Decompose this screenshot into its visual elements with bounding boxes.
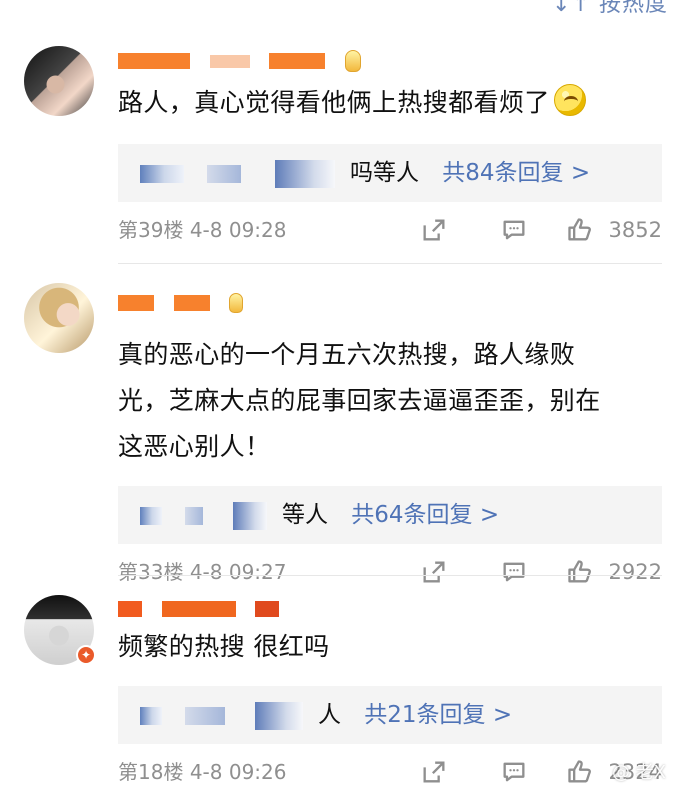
rank-badge-icon [229, 293, 244, 313]
censored-reply-user [254, 701, 303, 730]
like-count: 3852 [608, 218, 662, 242]
comment-body: 频繁的热搜 很红吗 [118, 632, 330, 661]
username-censored[interactable] [118, 596, 662, 620]
censored-reply-user [140, 506, 162, 525]
comment-floor-time: 第18楼 4-8 09:26 [118, 760, 287, 784]
sort-by-heat-button[interactable]: ↓↑ 按热度 [552, 0, 668, 18]
comment-text: 路人，真心觉得看他俩上热搜都看烦了 [118, 80, 662, 126]
comment-card: 真的恶心的一个月五六次热搜，路人缘败 光，芝麻大点的屁事回家去逼逼歪歪，别在 这… [0, 290, 690, 600]
comment-actions: 2922 [412, 544, 662, 600]
censored-reply-user [140, 706, 162, 725]
comment-icon[interactable] [500, 758, 528, 786]
comment-meta: 第39楼 4-8 09:28 3852 [118, 202, 662, 258]
reply-preview[interactable]: 等人 共64条回复 > [118, 486, 662, 544]
censored-username-block [255, 601, 280, 617]
like-count: 2922 [608, 560, 662, 584]
reply-count-link[interactable]: 共21条回复 > [364, 702, 512, 728]
like-icon[interactable] [566, 558, 594, 586]
username-censored[interactable] [118, 290, 662, 314]
censored-username-block [118, 53, 190, 69]
comment-floor-time: 第39楼 4-8 09:28 [118, 218, 287, 242]
reply-users-text: 人 [317, 702, 341, 728]
comment-icon[interactable] [500, 558, 528, 586]
rank-badge-icon [344, 50, 361, 72]
reply-preview[interactable]: 人 共21条回复 > [118, 686, 662, 744]
share-icon[interactable] [420, 758, 448, 786]
censored-reply-user [185, 506, 204, 525]
like-icon[interactable] [566, 758, 594, 786]
censored-username-block [269, 53, 326, 69]
censored-username-block [118, 601, 142, 617]
censored-username-block [173, 295, 210, 311]
comment-icon[interactable] [500, 216, 528, 244]
comment-text: 频繁的热搜 很红吗 [118, 624, 662, 670]
comment-line: 真的恶心的一个月五六次热搜，路人缘败 [118, 340, 576, 369]
reply-users-text: 等人 [281, 502, 328, 528]
comment-card: 路人，真心觉得看他俩上热搜都看烦了 吗等人 共84条回复 > 第39楼 4-8 … [0, 48, 690, 258]
reply-count-link[interactable]: 共84条回复 > [442, 160, 590, 186]
censored-reply-user [207, 164, 242, 183]
comment-actions: 3852 [412, 202, 662, 258]
reply-preview[interactable]: 吗等人 共84条回复 > [118, 144, 662, 202]
censored-reply-user [185, 706, 226, 725]
comment-line: 这恶心别人！ [118, 432, 271, 461]
comment-meta: 第33楼 4-8 09:27 2922 [118, 544, 662, 600]
censored-username-block [118, 295, 154, 311]
share-icon[interactable] [420, 216, 448, 244]
censored-username-block [161, 601, 236, 617]
comment-card: 频繁的热搜 很红吗 人 共21条回复 > 第18楼 4-8 09:26 2324 [0, 596, 690, 800]
reply-count-link[interactable]: 共64条回复 > [351, 502, 499, 528]
share-icon[interactable] [420, 558, 448, 586]
censored-reply-user [232, 501, 267, 530]
smirk-face-icon [553, 84, 586, 116]
comment-meta: 第18楼 4-8 09:26 2324 [118, 744, 662, 800]
comment-text: 真的恶心的一个月五六次热搜，路人缘败 光，芝麻大点的屁事回家去逼逼歪歪，别在 这… [118, 332, 662, 470]
like-icon[interactable] [566, 216, 594, 244]
reply-users-text: 吗等人 [349, 160, 419, 186]
comment-separator [118, 263, 662, 264]
censored-username-block [209, 54, 250, 68]
image-watermark: @ 老X [611, 762, 666, 783]
censored-reply-user [140, 164, 184, 183]
username-censored[interactable] [118, 48, 662, 72]
comment-line: 光，芝麻大点的屁事回家去逼逼歪歪，别在 [118, 386, 601, 415]
comment-separator [118, 575, 662, 576]
comment-body: 路人，真心觉得看他俩上热搜都看烦了 [118, 88, 550, 117]
censored-reply-user [274, 159, 335, 188]
comment-floor-time: 第33楼 4-8 09:27 [118, 560, 287, 584]
